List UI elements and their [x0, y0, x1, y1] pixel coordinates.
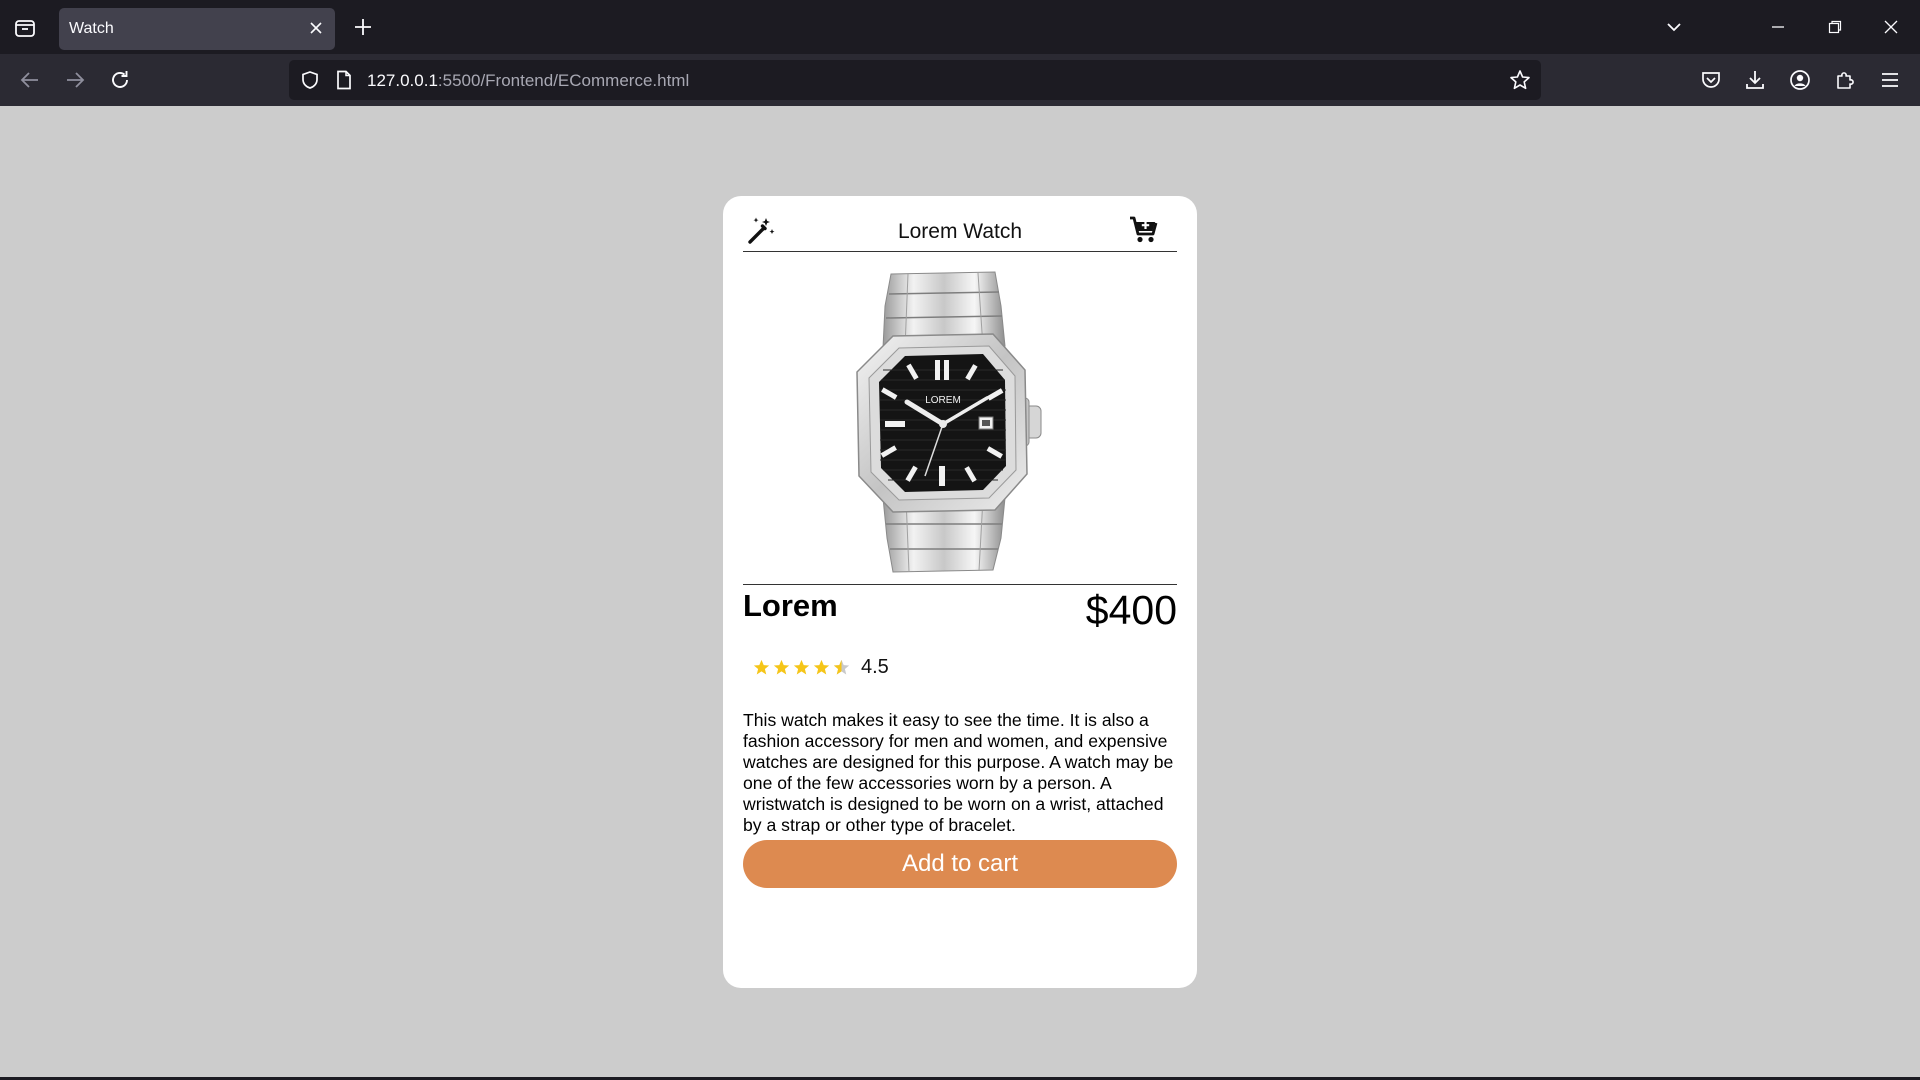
star-icon — [813, 659, 830, 674]
product-name: Lorem — [743, 588, 838, 623]
product-price: $400 — [1085, 587, 1177, 633]
card-header: Lorem Watch — [743, 216, 1177, 252]
extensions-icon[interactable] — [1831, 66, 1859, 94]
card-title: Lorem Watch — [897, 220, 1023, 243]
product-card: Lorem Watch LOREM Lorem $400 4.5 This wa… — [723, 196, 1197, 988]
tab-title: Watch — [69, 20, 114, 37]
rating: 4.5 — [753, 656, 889, 678]
minimize-icon[interactable] — [1763, 12, 1793, 42]
menu-icon[interactable] — [1876, 66, 1904, 94]
url-path: :5500/Frontend/ECommerce.html — [437, 71, 690, 90]
browser-tab-bar: Watch — [0, 0, 1920, 54]
url-text[interactable]: 127.0.0.1:5500/Frontend/ECommerce.html — [367, 71, 689, 91]
forward-arrow-icon[interactable] — [61, 66, 89, 94]
product-description: This watch makes it easy to see the time… — [743, 710, 1174, 835]
star-icon — [753, 659, 770, 674]
back-arrow-icon[interactable] — [16, 66, 44, 94]
close-window-icon[interactable] — [1876, 12, 1906, 42]
divider-line — [743, 584, 1177, 585]
star-icon — [773, 659, 790, 674]
url-bar[interactable]: 127.0.0.1:5500/Frontend/ECommerce.html — [289, 60, 1541, 100]
bookmark-star-icon[interactable] — [1509, 69, 1531, 91]
half-star-icon — [833, 659, 850, 674]
new-tab-icon[interactable] — [350, 14, 376, 40]
tab-overview-icon[interactable] — [12, 15, 38, 41]
watch-image: LOREM — [856, 271, 1042, 573]
reload-icon[interactable] — [106, 66, 134, 94]
close-tab-icon[interactable] — [305, 17, 327, 39]
list-all-tabs-icon[interactable] — [1659, 12, 1689, 42]
star-icon — [793, 659, 810, 674]
page-viewport: Lorem Watch LOREM Lorem $400 4.5 This wa… — [0, 106, 1920, 1080]
watch-brand-text: LOREM — [925, 395, 961, 406]
rating-value: 4.5 — [861, 655, 889, 678]
downloads-icon[interactable] — [1741, 66, 1769, 94]
browser-tab-active[interactable]: Watch — [59, 8, 335, 50]
page-icon[interactable] — [333, 69, 355, 91]
add-to-cart-button[interactable]: Add to cart — [743, 840, 1177, 888]
browser-nav-bar: 127.0.0.1:5500/Frontend/ECommerce.html — [0, 54, 1920, 106]
url-host: 127.0.0.1 — [367, 71, 438, 90]
add-to-cart-icon[interactable] — [1129, 215, 1159, 245]
account-icon[interactable] — [1786, 66, 1814, 94]
pocket-icon[interactable] — [1697, 66, 1725, 94]
shield-icon[interactable] — [299, 69, 321, 91]
restore-icon[interactable] — [1820, 12, 1850, 42]
